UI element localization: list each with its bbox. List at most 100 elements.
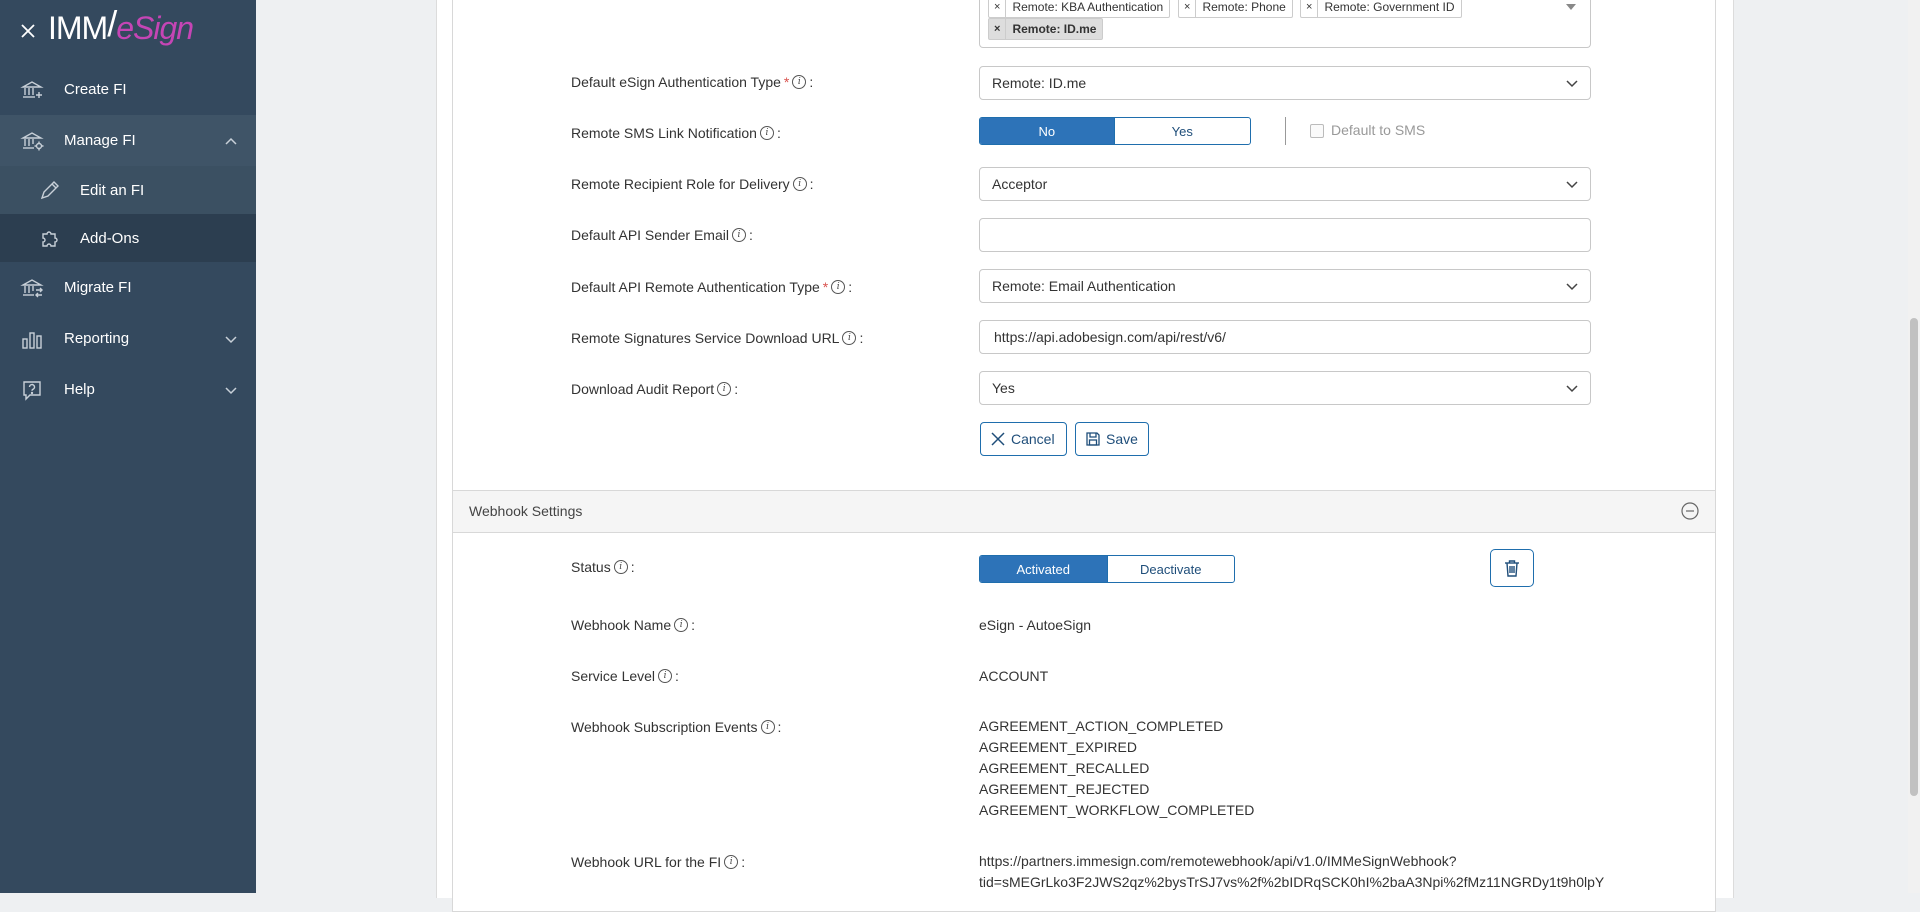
- bank-plus-icon: [20, 81, 44, 98]
- chevron-up-icon: [225, 137, 237, 145]
- sms-toggle: No Yes: [979, 117, 1251, 145]
- sidebar-item-create-fi[interactable]: Create FI: [0, 64, 256, 115]
- chevron-down-icon: [225, 336, 237, 344]
- sms-no-option[interactable]: No: [980, 118, 1114, 144]
- chip-government-id: × Remote: Government ID: [1300, 0, 1462, 18]
- chevron-down-icon: [1566, 283, 1578, 291]
- cancel-label: Cancel: [1011, 431, 1055, 447]
- sidebar-item-edit-fi[interactable]: Edit an FI: [0, 166, 256, 214]
- recipient-role-label: Remote Recipient Role for Delivery i:: [571, 176, 814, 192]
- info-icon[interactable]: i: [674, 618, 689, 632]
- scrollbar-track[interactable]: [1908, 0, 1920, 893]
- help-chat-icon: [23, 381, 41, 401]
- auth-types-multiselect[interactable]: × Remote: KBA Authentication × Remote: Pho…: [979, 0, 1591, 48]
- select-value: Remote: ID.me: [992, 75, 1087, 91]
- chip-kba: × Remote: KBA Authentication: [988, 0, 1171, 18]
- bar-chart-icon: [22, 332, 42, 349]
- chevron-down-icon: [1566, 80, 1578, 88]
- sidebar-item-manage-fi[interactable]: Manage FI: [0, 115, 256, 166]
- label-text: Download Audit Report: [571, 381, 715, 397]
- default-to-sms-checkbox[interactable]: [1310, 124, 1324, 138]
- info-icon[interactable]: i: [724, 855, 739, 869]
- webhook-url-label: Webhook URL for the FI i:: [571, 854, 745, 870]
- sidebar-item-label: Migrate FI: [64, 279, 132, 296]
- default-auth-select[interactable]: Remote: ID.me: [979, 66, 1591, 100]
- colon: :: [809, 176, 814, 192]
- list-item: AGREEMENT_ACTION_COMPLETED: [979, 718, 1224, 734]
- webhook-settings-header[interactable]: Webhook Settings: [453, 491, 1715, 533]
- chip-id-me: × Remote: ID.me: [988, 18, 1104, 40]
- label-text: Default eSign Authentication Type: [571, 74, 781, 90]
- info-icon[interactable]: i: [613, 560, 628, 574]
- api-auth-label: Default API Remote Authentication Type * i…: [571, 279, 852, 295]
- sidebar-item-migrate-fi[interactable]: Migrate FI: [0, 262, 256, 313]
- info-icon[interactable]: i: [760, 720, 775, 734]
- status-activated-option[interactable]: Activated: [980, 556, 1107, 582]
- close-icon[interactable]: [18, 21, 38, 41]
- sms-yes-option[interactable]: Yes: [1113, 118, 1251, 144]
- download-url-label: Remote Signatures Service Download URL i:: [571, 330, 863, 346]
- sidebar-item-label: Reporting: [64, 330, 130, 347]
- info-icon[interactable]: i: [717, 382, 732, 396]
- info-icon[interactable]: i: [792, 177, 807, 191]
- sidebar-header: IMM/eSign: [0, 0, 256, 62]
- info-icon[interactable]: i: [842, 331, 857, 345]
- default-to-sms-label: Default to SMS: [1331, 122, 1426, 138]
- scrollbar-thumb[interactable]: [1910, 318, 1918, 796]
- chip-remove-icon[interactable]: ×: [1301, 0, 1319, 17]
- service-level-value: ACCOUNT: [979, 668, 1049, 684]
- select-value: Remote: Email Authentication: [992, 278, 1176, 294]
- download-url-input[interactable]: [992, 328, 1565, 346]
- url-line: https://partners.immesign.com/remotewebh…: [979, 853, 1457, 869]
- recipient-role-select[interactable]: Acceptor: [979, 167, 1591, 201]
- sidebar-item-label: Manage FI: [64, 132, 136, 149]
- audit-report-select[interactable]: Yes: [979, 371, 1591, 405]
- label-text: Remote Signatures Service Download URL: [571, 330, 840, 346]
- sidebar-item-add-ons[interactable]: Add-Ons: [0, 214, 256, 262]
- api-sender-email-field[interactable]: [979, 218, 1591, 252]
- status-deactivate-option[interactable]: Deactivate: [1106, 556, 1235, 582]
- label-text: Webhook Subscription Events: [571, 719, 758, 735]
- label-text: Service Level: [571, 668, 656, 684]
- cancel-button[interactable]: Cancel: [980, 422, 1067, 456]
- select-value: Yes: [992, 380, 1015, 396]
- sidebar-item-label: Add-Ons: [80, 229, 140, 247]
- colon: :: [777, 719, 782, 735]
- api-sender-email-label: Default API Sender Email i:: [571, 227, 753, 243]
- info-icon[interactable]: i: [759, 126, 774, 140]
- chevron-down-icon: [1566, 181, 1578, 189]
- sidebar-item-reporting[interactable]: Reporting: [0, 313, 256, 364]
- collapse-minus-icon[interactable]: [1681, 502, 1699, 520]
- list-item: AGREEMENT_REJECTED: [979, 781, 1150, 797]
- app-logo[interactable]: IMM/eSign: [48, 3, 194, 48]
- webhook-name-label: Webhook Name i:: [571, 617, 695, 633]
- dropdown-caret-icon[interactable]: [1566, 4, 1576, 10]
- api-sender-email-input[interactable]: [992, 226, 1565, 244]
- sms-label: Remote SMS Link Notification i:: [571, 125, 781, 141]
- logo-slash: /: [107, 3, 117, 44]
- info-icon[interactable]: i: [792, 75, 807, 89]
- audit-report-label: Download Audit Report i:: [571, 381, 738, 397]
- info-icon[interactable]: i: [831, 280, 846, 294]
- api-auth-select[interactable]: Remote: Email Authentication: [979, 269, 1591, 303]
- colon: :: [776, 125, 781, 141]
- save-button[interactable]: Save: [1075, 422, 1149, 456]
- chip-remove-icon[interactable]: ×: [989, 19, 1007, 39]
- colon: :: [691, 617, 696, 633]
- chip-remove-icon[interactable]: ×: [989, 0, 1007, 17]
- label-text: Remote SMS Link Notification: [571, 125, 757, 141]
- info-icon[interactable]: i: [658, 669, 673, 683]
- download-url-field[interactable]: [979, 320, 1591, 354]
- subscription-events-label: Webhook Subscription Events i:: [571, 719, 781, 735]
- chevron-down-icon: [1566, 385, 1578, 393]
- chip-label: Remote: Government ID: [1324, 0, 1455, 14]
- sidebar-submenu: Edit an FI Add-Ons: [0, 166, 256, 262]
- info-icon[interactable]: i: [731, 228, 746, 242]
- sidebar-item-help[interactable]: Help: [0, 364, 256, 415]
- delete-webhook-button[interactable]: [1490, 549, 1534, 587]
- floppy-disk-icon: [1086, 432, 1100, 446]
- save-label: Save: [1106, 431, 1138, 447]
- sidebar-item-label: Create FI: [64, 81, 127, 98]
- chip-label: Remote: KBA Authentication: [1012, 0, 1164, 14]
- chip-remove-icon[interactable]: ×: [1179, 0, 1197, 17]
